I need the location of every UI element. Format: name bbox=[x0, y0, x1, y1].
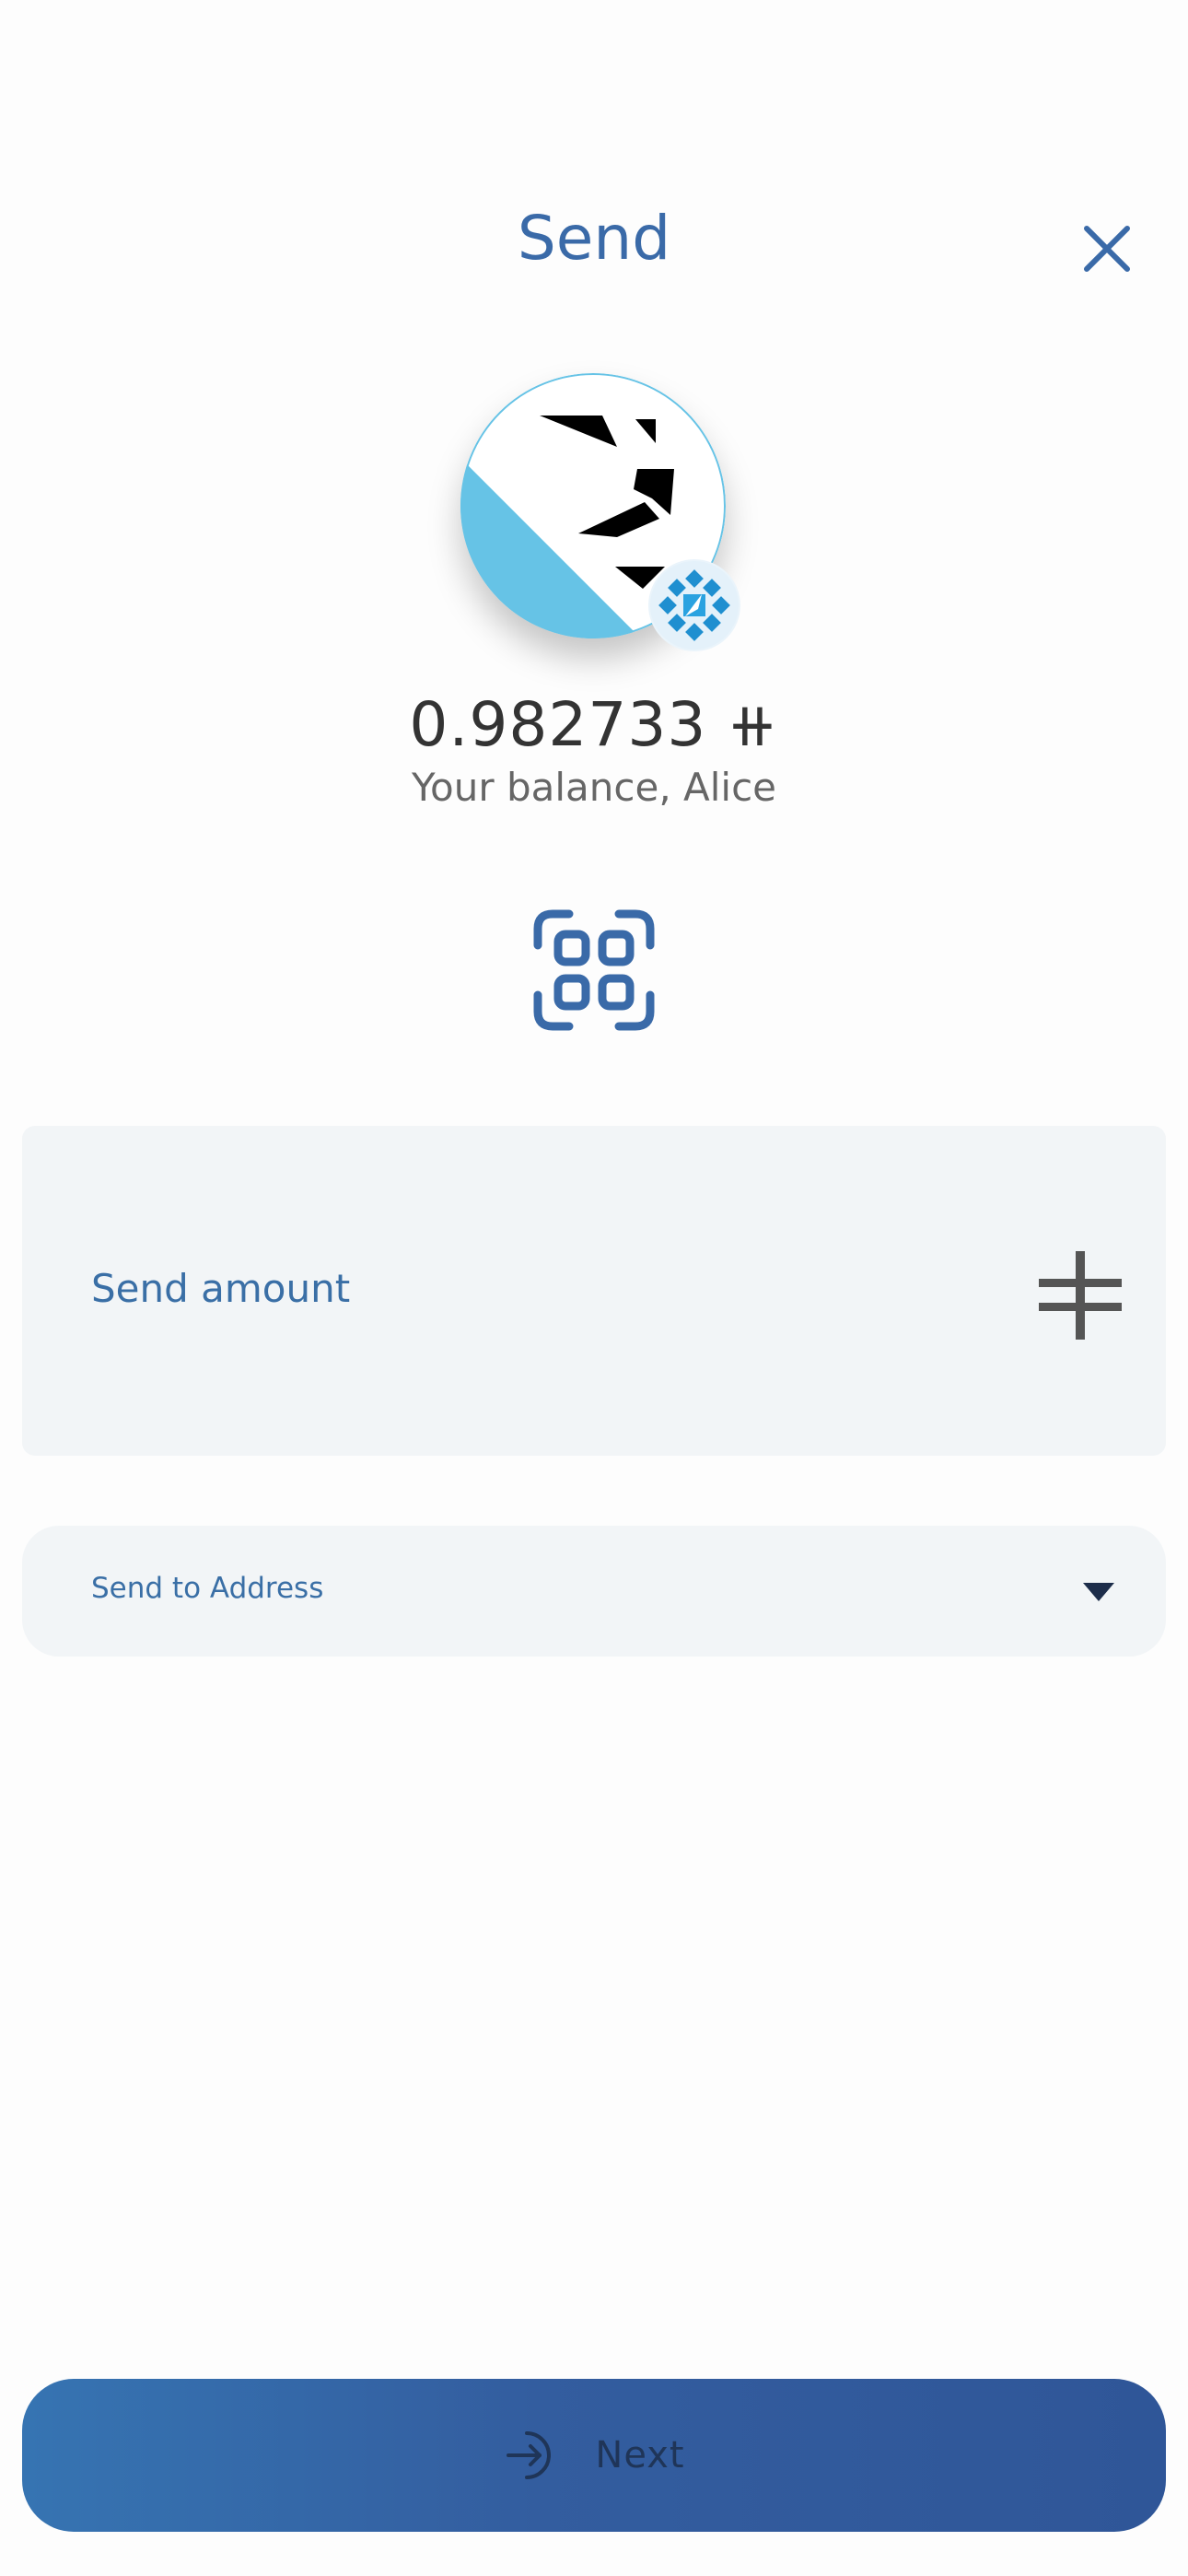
header: Send bbox=[0, 184, 1188, 295]
network-badge bbox=[648, 559, 740, 651]
qr-scan-icon bbox=[533, 909, 655, 1031]
currency-symbol-icon bbox=[1039, 1251, 1122, 1340]
send-to-address-select[interactable]: Send to Address bbox=[22, 1526, 1166, 1657]
send-to-address-label: Send to Address bbox=[91, 1572, 324, 1605]
close-button[interactable] bbox=[1070, 212, 1144, 286]
currency-symbol bbox=[1039, 1251, 1122, 1340]
balance-caption: Your balance, Alice bbox=[411, 765, 777, 810]
account-avatar-wrap bbox=[460, 373, 740, 651]
close-icon bbox=[1084, 226, 1130, 272]
send-amount-input[interactable]: Send amount bbox=[22, 1126, 1166, 1456]
chevron-down-icon bbox=[1083, 1583, 1114, 1601]
next-button[interactable]: Next bbox=[22, 2379, 1166, 2532]
balance-value: 0.982733 ⧺ bbox=[409, 689, 779, 760]
next-button-label: Next bbox=[595, 2434, 685, 2476]
qr-scan-button[interactable] bbox=[532, 908, 656, 1032]
arrow-in-icon bbox=[507, 2431, 552, 2479]
page-title: Send bbox=[517, 203, 671, 274]
send-amount-label: Send amount bbox=[91, 1266, 351, 1311]
network-badge-icon bbox=[650, 561, 739, 650]
